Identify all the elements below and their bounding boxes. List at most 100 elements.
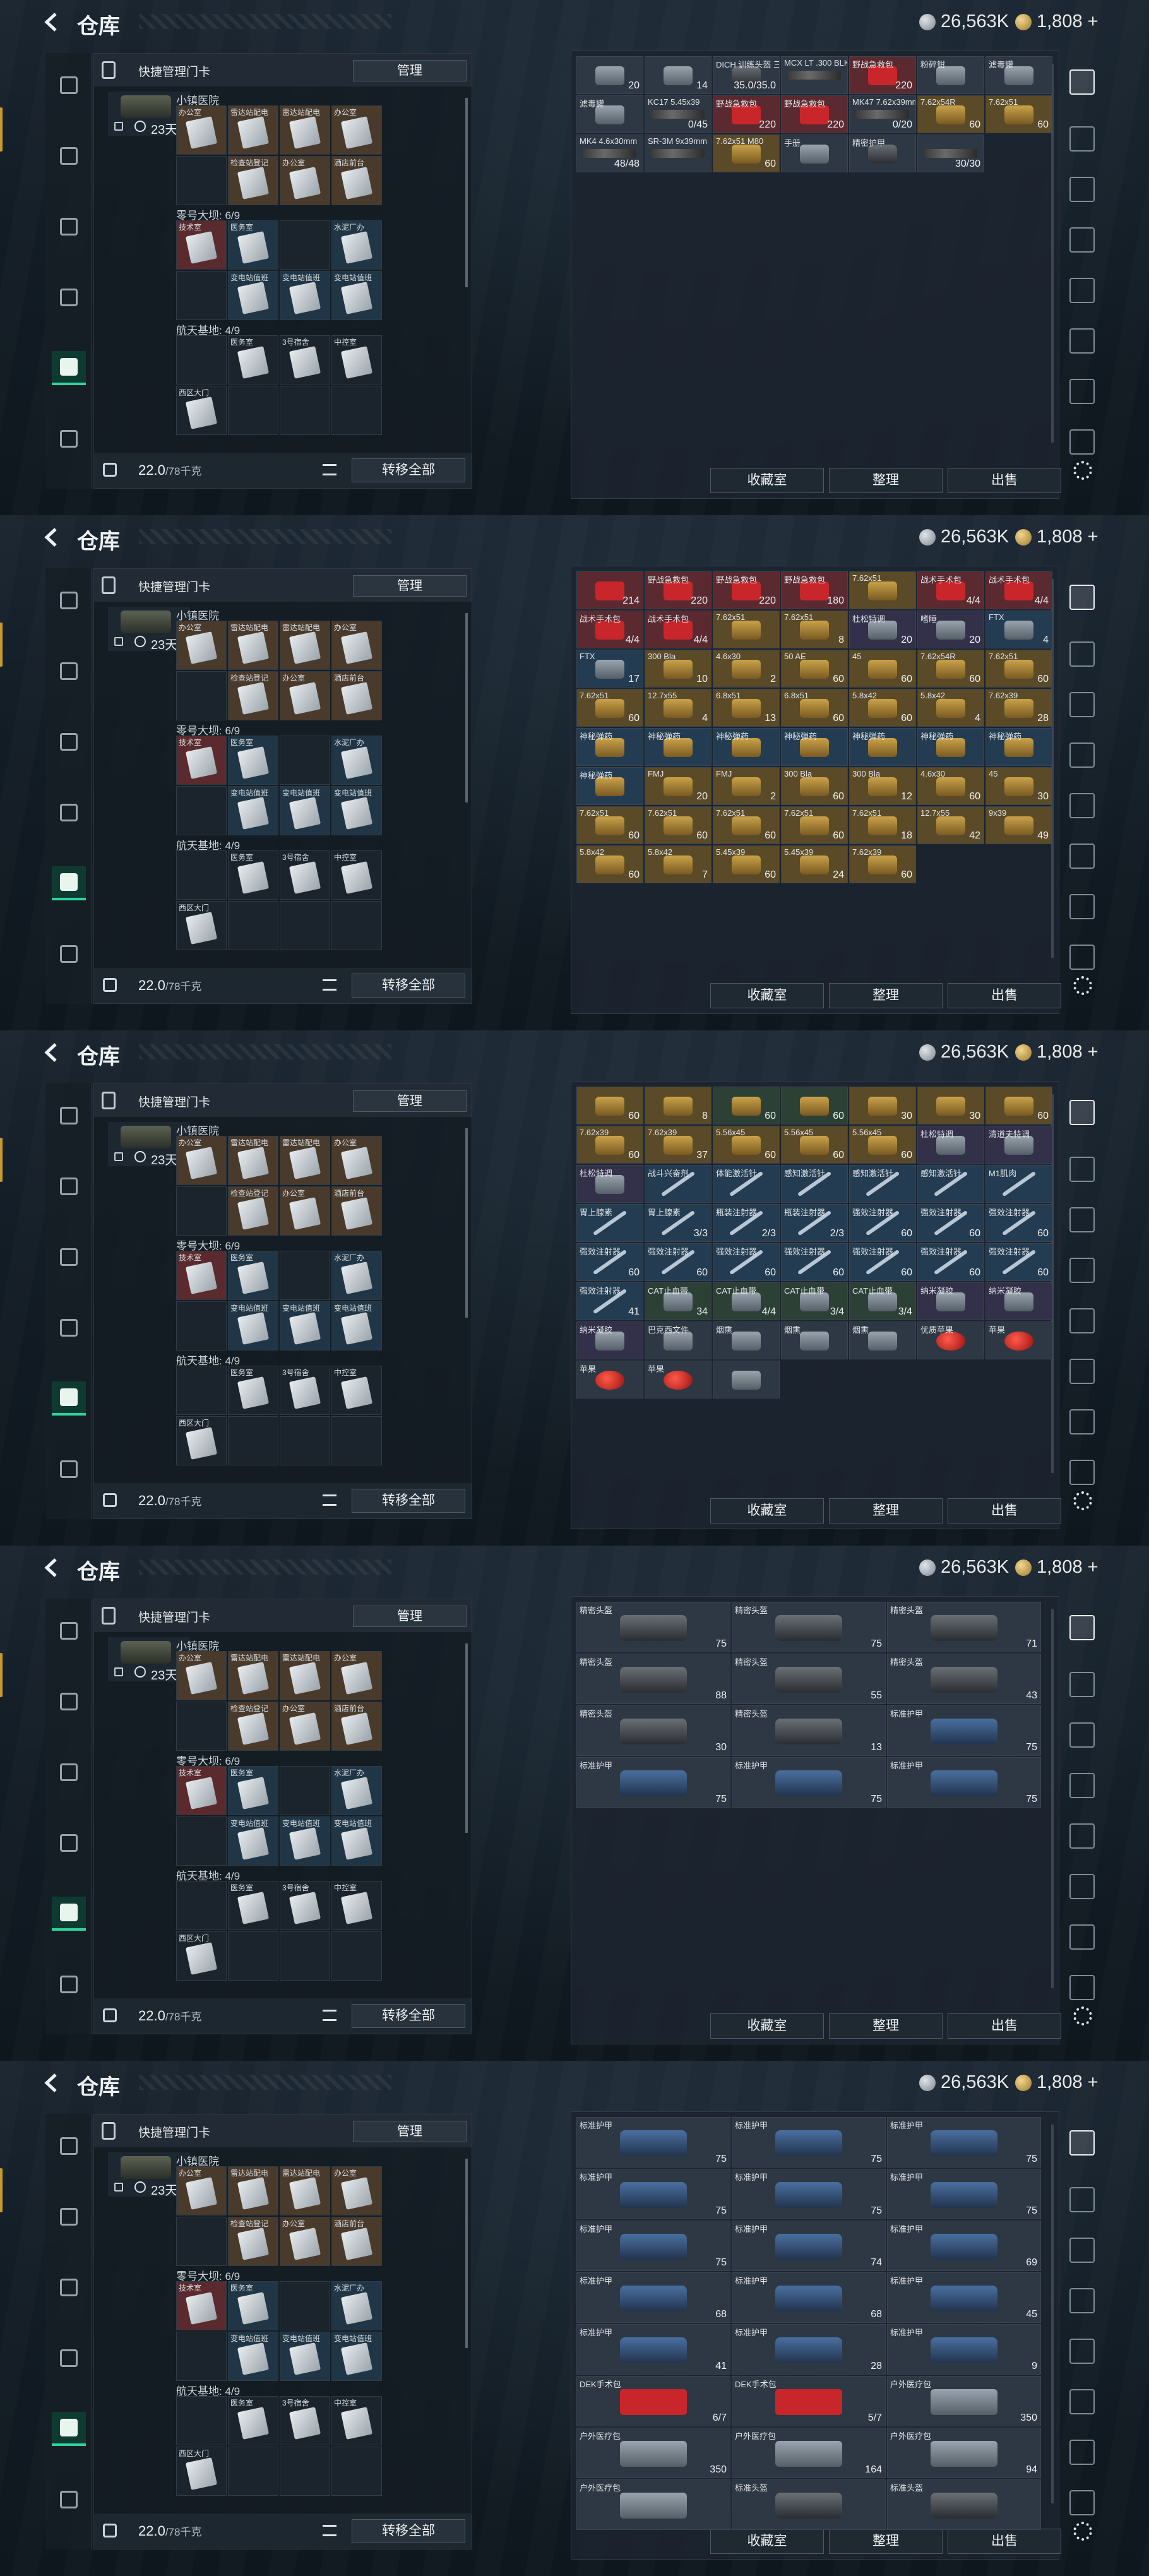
rail-tab-cases[interactable]	[52, 2483, 86, 2517]
stash-item[interactable]: 7.62x51 60	[985, 650, 1052, 688]
keycard-slot[interactable]	[176, 335, 227, 385]
stash-item[interactable]: 7.62x51 8	[781, 611, 848, 648]
stash-item[interactable]: 4.6x30 2	[713, 650, 780, 688]
stash-scrollbar[interactable]	[1051, 2125, 1054, 2503]
stash-item[interactable]: 7.62x39 60	[849, 845, 916, 883]
rail-tab-weapons[interactable]	[52, 2129, 86, 2163]
stash-item[interactable]: 7.62x39 28	[985, 689, 1052, 727]
stash-item[interactable]: 300 Bla 10	[645, 650, 711, 688]
stash-item[interactable]: 强效注射器 60	[849, 1204, 916, 1242]
keycard-slot[interactable]: 变电站值班	[228, 786, 278, 835]
keycard-slot[interactable]: 办公室	[331, 621, 382, 670]
stash-item[interactable]: 强效注射器 60	[917, 1243, 984, 1281]
rail-tab-helmets[interactable]	[52, 2270, 86, 2305]
keycard-slot[interactable]	[176, 1816, 227, 1866]
stash-item[interactable]: 强效注射器 60	[985, 1243, 1052, 1281]
settings-gear-icon[interactable]	[1073, 2522, 1092, 2541]
stash-item[interactable]: 野战急救包 220	[645, 571, 711, 609]
stash-item[interactable]: 强效注射器 60	[849, 1243, 916, 1281]
stash-item[interactable]: DICH 训练头盔 三角洲 35.0/35.0	[713, 56, 780, 94]
manage-button[interactable]: 管理	[353, 1090, 467, 1112]
rail-tab-backpacks[interactable]	[52, 280, 86, 314]
organize-button[interactable]: 整理	[829, 983, 943, 1008]
stash-item[interactable]: 7.62x51	[713, 611, 780, 648]
keycard-slot[interactable]: 办公室	[280, 156, 330, 205]
stash-item[interactable]: 6.8x51 13	[713, 689, 780, 727]
manage-button[interactable]: 管理	[353, 575, 467, 597]
settings-gear-icon[interactable]	[1073, 1491, 1092, 1510]
stash-item[interactable]: 7.62x54R 60	[917, 650, 984, 688]
stash-item[interactable]: 7.62x54R 60	[917, 95, 984, 133]
stash-item[interactable]: 5.8x42 7	[645, 845, 711, 883]
stash-tab-2[interactable]	[1069, 126, 1095, 152]
sell-button[interactable]: 出售	[948, 1498, 1061, 1524]
stash-item[interactable]: 强效注射器 41	[576, 1282, 643, 1320]
stash-tab-3[interactable]	[1069, 692, 1095, 717]
stash-item[interactable]: 5.56x45 60	[849, 1126, 916, 1164]
stash-item[interactable]: 7.62x51 M80 60	[713, 134, 780, 172]
stash-item[interactable]: FTX 17	[576, 650, 643, 688]
organize-button[interactable]: 整理	[829, 2529, 943, 2554]
keycard-slot[interactable]: 变电站值班	[228, 2332, 278, 2381]
stash-item[interactable]: 杜松特调 20	[849, 611, 916, 648]
keycard-slot[interactable]: 技术室	[176, 220, 227, 270]
keycard-slot[interactable]: 中控室	[331, 2396, 382, 2445]
rail-tab-helmets[interactable]	[52, 210, 86, 244]
keycard-slot[interactable]: 检查站登记	[228, 671, 278, 720]
stash-item[interactable]: 胃上腺素 3/3	[645, 1204, 711, 1242]
keycard-slot[interactable]: 办公室	[176, 621, 227, 670]
stash-tab-main[interactable]	[1069, 585, 1095, 610]
stash-item[interactable]: 6.8x51 60	[781, 689, 848, 727]
stash-item[interactable]: 战术手术包 4/4	[985, 571, 1052, 609]
keycard-slot[interactable]: 技术室	[176, 736, 227, 785]
stash-tab-4[interactable]	[1069, 742, 1095, 768]
keycard-slot[interactable]	[176, 271, 227, 320]
stash-item[interactable]: 5.8x42 4	[917, 689, 984, 727]
stash-item[interactable]: 体能激活针	[713, 1165, 780, 1203]
keycard-slot[interactable]	[280, 2447, 330, 2496]
stash-item[interactable]: 标准护甲 45	[887, 2272, 1041, 2323]
stash-item[interactable]: 50 AE 60	[781, 650, 848, 688]
collection-room-button[interactable]: 收藏室	[710, 2013, 824, 2039]
stash-item[interactable]: 嗜睡 20	[917, 611, 984, 648]
keycard-slot[interactable]: 办公室	[176, 1136, 227, 1185]
keycard-slot[interactable]: 雷达站配电	[280, 1651, 330, 1700]
stash-item[interactable]: 神秘弹药	[985, 728, 1052, 766]
rail-tab-armor[interactable]	[52, 2200, 86, 2234]
rail-tab-keycards[interactable]	[52, 1897, 86, 1931]
stash-item[interactable]: 纳米凝胶	[917, 1282, 984, 1320]
keycard-slot[interactable]: 医务室	[228, 1766, 278, 1815]
stash-item[interactable]: 户外医疗包	[576, 2479, 730, 2530]
keycard-slot[interactable]: 医务室	[228, 1881, 278, 1930]
stash-item[interactable]: 野战急救包 220	[713, 95, 780, 133]
stash-item[interactable]: 精密头盔 75	[576, 1602, 730, 1652]
stash-scrollbar[interactable]	[1051, 1609, 1054, 1988]
keycard-slot[interactable]: 变电站值班	[280, 786, 330, 835]
sell-button[interactable]: 出售	[948, 2529, 1061, 2554]
stash-item[interactable]: 300 Bla 12	[849, 767, 916, 805]
stash-item[interactable]: 标准护甲 75	[732, 1757, 886, 1808]
keycard-slot[interactable]	[280, 1766, 330, 1815]
keycard-slot[interactable]	[280, 1931, 330, 1981]
sell-button[interactable]: 出售	[948, 2013, 1061, 2039]
keycard-slot[interactable]	[280, 901, 330, 950]
stash-item[interactable]: 标准头盔	[732, 2479, 886, 2530]
stash-item[interactable]: 粉碎钳	[917, 56, 984, 94]
keycard-slot[interactable]	[176, 2217, 227, 2266]
stash-item[interactable]: CAT止血带 4/4	[713, 1282, 780, 1320]
keycard-slot[interactable]: 检查站登记	[228, 1186, 278, 1236]
stash-item[interactable]: 强效注射器 60	[713, 1243, 780, 1281]
stash-item[interactable]: 12.7x55 4	[645, 689, 711, 727]
rail-tab-armor[interactable]	[52, 1169, 86, 1203]
stash-item[interactable]: KC17 5.45x39 0/45	[645, 95, 711, 133]
keycard-slot[interactable]	[176, 1881, 227, 1930]
collection-room-button[interactable]: 收藏室	[710, 1498, 824, 1524]
stash-item[interactable]: FMJ 2	[713, 767, 780, 805]
keycard-slot[interactable]: 医务室	[228, 1251, 278, 1300]
stash-item[interactable]: 9x39 49	[985, 806, 1052, 844]
keycard-slot[interactable]: 西区大门	[176, 2447, 227, 2496]
settings-gear-icon[interactable]	[1073, 976, 1092, 995]
stash-item[interactable]: 战术手术包 4/4	[576, 611, 643, 648]
stash-item[interactable]: 精密头盔 71	[887, 1602, 1041, 1652]
keycard-slot[interactable]: 办公室	[331, 105, 382, 155]
